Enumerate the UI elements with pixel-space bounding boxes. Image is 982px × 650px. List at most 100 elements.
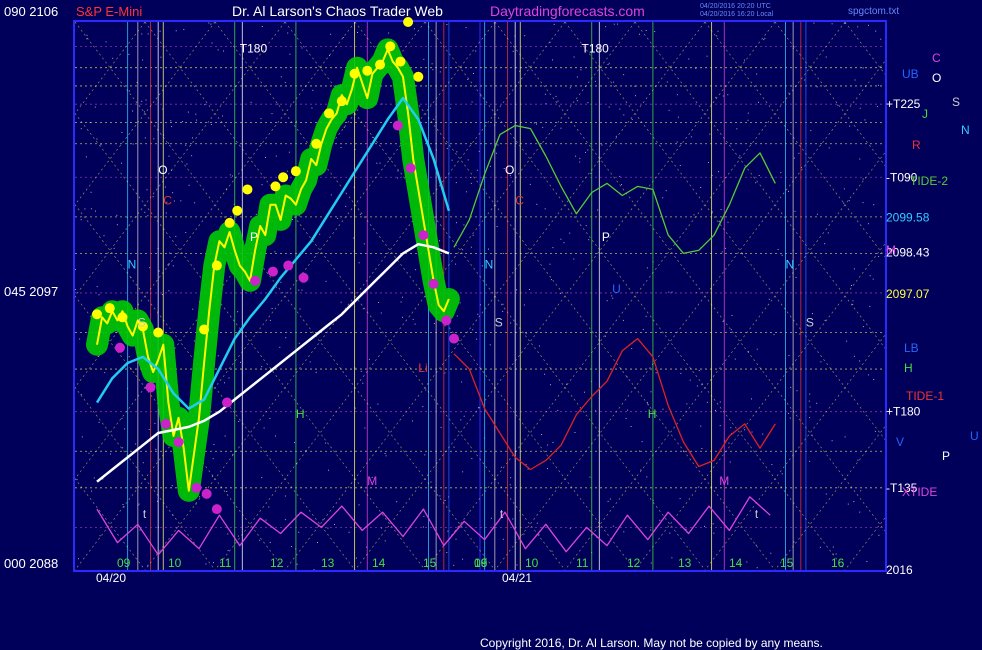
star	[751, 398, 752, 400]
star	[549, 263, 551, 265]
right-tag-label: S	[952, 95, 960, 109]
star	[605, 26, 607, 28]
chart-label: M	[367, 474, 377, 488]
star	[294, 442, 295, 444]
right-level-label: 2099.58	[886, 210, 930, 224]
right-tag-label: UB	[902, 67, 919, 81]
star	[459, 302, 461, 304]
star	[762, 433, 764, 435]
star	[852, 303, 854, 305]
star	[717, 30, 719, 32]
star	[619, 108, 621, 110]
star	[630, 426, 632, 427]
yellow-dot	[270, 181, 281, 192]
star	[525, 463, 527, 465]
site-url: Daytradingforecasts.com	[490, 3, 645, 19]
star	[859, 511, 861, 513]
star	[389, 158, 391, 160]
star	[824, 319, 826, 321]
pink-dot	[191, 482, 202, 493]
star	[816, 213, 818, 215]
site-title: Dr. Al Larson's Chaos Trader Web	[232, 3, 443, 19]
star	[721, 251, 723, 253]
pink-dot	[267, 266, 278, 277]
yellow-dot	[199, 324, 210, 335]
star	[432, 69, 434, 71]
star	[128, 356, 130, 358]
star	[623, 74, 625, 76]
star	[579, 161, 581, 163]
star	[90, 208, 92, 210]
star	[734, 358, 736, 360]
star	[722, 95, 724, 97]
star	[623, 531, 625, 533]
star	[384, 540, 386, 542]
star	[799, 333, 801, 335]
star	[309, 361, 311, 363]
chart-label: O	[505, 163, 514, 177]
star	[645, 30, 647, 31]
star	[859, 107, 861, 109]
star	[862, 326, 864, 328]
chart-label: O	[158, 163, 167, 177]
star	[631, 348, 633, 349]
star	[141, 33, 143, 35]
star	[327, 527, 329, 529]
star	[343, 126, 345, 128]
star	[128, 90, 130, 92]
star	[455, 538, 457, 540]
star	[489, 165, 491, 167]
star	[536, 203, 538, 205]
star	[536, 522, 538, 524]
star	[397, 170, 399, 172]
star	[488, 248, 489, 250]
star	[456, 222, 457, 224]
star	[621, 184, 622, 186]
star	[576, 76, 578, 78]
star	[274, 251, 276, 253]
star	[380, 312, 382, 314]
star	[780, 172, 782, 174]
star	[876, 106, 878, 108]
star	[867, 223, 869, 225]
right-tag-label: XTIDE	[902, 485, 937, 499]
star	[330, 194, 332, 196]
star	[773, 334, 775, 336]
star	[96, 138, 98, 140]
star	[226, 491, 228, 492]
star	[467, 159, 469, 161]
pink-dot	[392, 120, 403, 131]
pink-dot	[449, 333, 459, 344]
star	[544, 208, 546, 210]
star	[859, 360, 861, 362]
star	[104, 372, 106, 374]
star	[224, 435, 226, 437]
star	[679, 165, 681, 166]
star	[160, 56, 162, 58]
star	[128, 53, 130, 55]
star	[168, 290, 170, 292]
star	[707, 162, 709, 163]
x-tick-label: 10	[525, 556, 539, 570]
star	[88, 452, 90, 454]
star	[440, 426, 442, 428]
star	[423, 58, 425, 60]
star	[185, 232, 187, 234]
star	[456, 315, 458, 317]
star	[301, 289, 303, 291]
star	[146, 189, 148, 191]
star	[473, 73, 474, 74]
star	[139, 529, 141, 531]
star	[510, 322, 512, 324]
right-tag-label: J	[922, 107, 928, 121]
star	[90, 191, 92, 193]
star	[446, 552, 448, 553]
star	[868, 374, 870, 376]
star	[569, 87, 571, 89]
star	[80, 128, 82, 130]
star	[467, 512, 469, 514]
star	[730, 329, 732, 331]
star	[192, 308, 194, 310]
star	[471, 458, 473, 460]
star	[832, 546, 834, 548]
